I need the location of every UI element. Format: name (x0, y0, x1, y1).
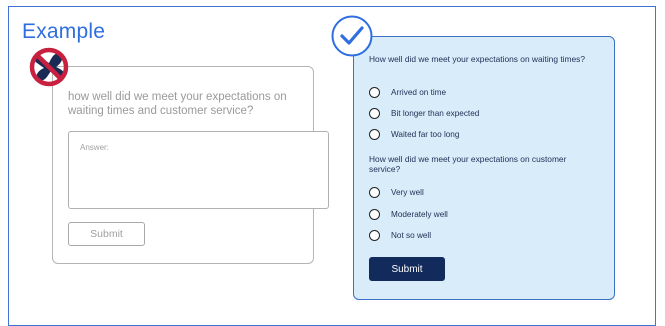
question-customer-service: How well did we meet your expectations o… (369, 154, 567, 174)
radio-button[interactable] (369, 86, 380, 98)
radio-option[interactable]: Waited far too long (369, 128, 459, 140)
radio-option[interactable]: Bit longer than expected (369, 107, 479, 119)
radio-option-label: Waited far too long (391, 129, 460, 139)
question-waiting-times: How well did we meet your expectations o… (369, 54, 585, 64)
radio-option-label: Very well (391, 187, 424, 197)
radio-option-label: Moderately well (391, 209, 448, 219)
radio-button[interactable] (369, 208, 380, 220)
radio-option[interactable]: Very well (369, 186, 424, 198)
good-example-submit-button[interactable]: Submit (369, 257, 445, 281)
radio-option-label: Not so well (391, 230, 432, 240)
radio-option-label: Bit longer than expected (391, 108, 480, 118)
radio-option-label: Arrived on time (391, 87, 447, 97)
radio-option[interactable]: Not so well (369, 229, 431, 241)
radio-option[interactable]: Moderately well (369, 208, 448, 220)
answer-placeholder: Answer: (80, 143, 109, 152)
radio-option[interactable]: Arrived on time (369, 86, 446, 98)
no-entry-icon (29, 47, 69, 87)
bad-example-question: how well did we meet your expectations o… (68, 91, 287, 117)
page-title: Example (22, 20, 106, 43)
bad-example-submit-button[interactable]: Submit (68, 222, 145, 246)
radio-button[interactable] (369, 107, 380, 119)
radio-button[interactable] (369, 186, 380, 198)
radio-button[interactable] (369, 128, 380, 140)
radio-button[interactable] (369, 229, 380, 241)
checkmark-icon (331, 15, 373, 57)
